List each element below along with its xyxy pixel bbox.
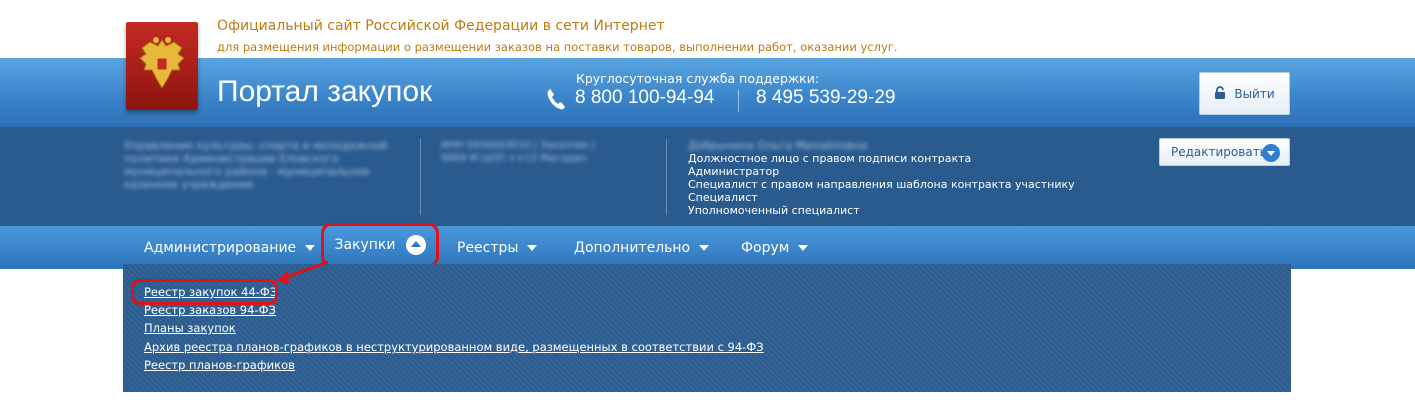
menu-link-registry-44fz[interactable]: Реестр закупок 44-ФЗ	[144, 285, 277, 299]
user-roles: Должностное лицо с правом подписи контра…	[688, 152, 1075, 217]
nav-label: Администрирование	[144, 239, 297, 256]
organization-info: ИНН 5930003010 | Заказчик | 9969 М ЦОП +…	[441, 140, 596, 164]
nav-label: Дополнительно	[574, 239, 691, 256]
role-item: Уполномоченный специалист	[688, 204, 860, 217]
russian-eagle-emblem[interactable]	[126, 22, 198, 110]
edit-button[interactable]: Редактировать	[1159, 138, 1290, 166]
nav-label: Закупки	[334, 237, 396, 253]
divider	[420, 139, 421, 215]
purchases-dropdown-menu: Реестр закупок 44-ФЗ Реестр заказов 94-Ф…	[123, 264, 1291, 392]
nav-forum[interactable]: Форум	[741, 226, 809, 269]
divider	[666, 139, 667, 215]
nav-administration[interactable]: Администрирование	[144, 226, 316, 269]
role-item: Администратор	[688, 165, 780, 178]
user-name: Добрынина Ольга Михайловна	[688, 139, 867, 152]
menu-link-orders-94fz[interactable]: Реестр заказов 94-ФЗ	[144, 303, 276, 317]
organization-band: Управление культуры, спорта и молодежной…	[0, 127, 1415, 226]
role-item: Должностное лицо с правом подписи контра…	[688, 152, 972, 165]
nav-registries[interactable]: Реестры	[457, 226, 538, 269]
menu-link-purchase-plans[interactable]: Планы закупок	[144, 321, 236, 335]
chevron-down-icon	[305, 244, 316, 251]
menu-link-schedule-registry[interactable]: Реестр планов-графиков	[144, 358, 295, 372]
nav-additional[interactable]: Дополнительно	[574, 226, 710, 269]
menu-link-schedule-archive[interactable]: Архив реестра планов-графиков в неструкт…	[144, 340, 764, 354]
edit-label: Редактировать	[1171, 145, 1267, 159]
role-item: Специалист с правом направления шаблона …	[688, 178, 1075, 191]
nav-label: Реестры	[457, 239, 519, 256]
chevron-down-icon	[798, 244, 809, 251]
main-nav: Администрирование Закупки Реестры Дополн…	[0, 223, 1415, 269]
chevron-down-icon	[699, 244, 710, 251]
portal-title[interactable]: Портал закупок	[217, 75, 432, 109]
chevron-down-icon	[527, 244, 538, 251]
lock-icon	[1214, 85, 1226, 102]
official-site-subtitle: для размещения информации о размещении з…	[217, 40, 898, 54]
logout-button[interactable]: Выйти	[1199, 72, 1290, 115]
portal-header: Портал закупок Круглосуточная служба под…	[0, 58, 1415, 127]
top-strip: Официальный сайт Российской Федерации в …	[0, 0, 1415, 58]
chevron-up-icon	[405, 235, 426, 255]
organization-name: Управление культуры, спорта и молодежной…	[124, 139, 388, 191]
chevron-down-icon	[1262, 144, 1280, 162]
nav-purchases[interactable]: Закупки	[321, 223, 439, 267]
nav-label: Форум	[741, 239, 790, 256]
support-label: Круглосуточная служба поддержки:	[576, 71, 820, 86]
phone-divider	[738, 90, 739, 112]
role-item: Специалист	[688, 191, 758, 204]
logout-label: Выйти	[1234, 86, 1275, 101]
support-phone-2: 8 495 539-29-29	[756, 87, 896, 108]
support-phone-1: 8 800 100-94-94	[575, 87, 715, 108]
official-site-title: Официальный сайт Российской Федерации в …	[217, 18, 665, 34]
phone-icon	[545, 87, 567, 115]
